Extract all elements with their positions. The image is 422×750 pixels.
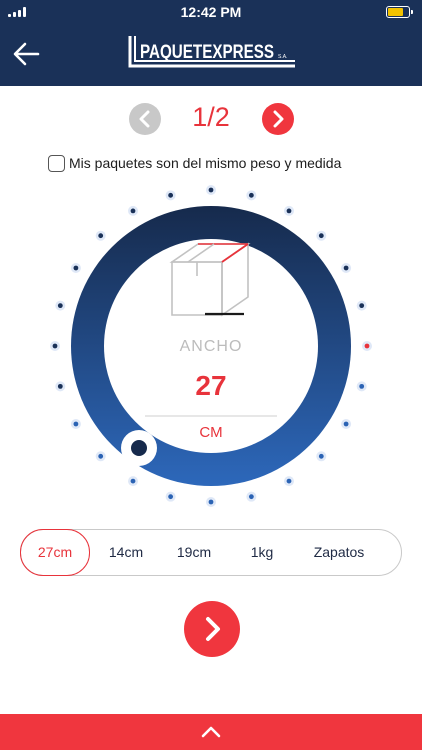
chip-weight[interactable]: 1kg <box>229 530 295 575</box>
package-summary-chips: 27cm 14cm 19cm 1kg Zapatos <box>20 529 402 576</box>
status-time: 12:42 PM <box>180 4 242 20</box>
paquetexpress-logo: PAQUETEXPRESS S.A. <box>128 32 298 76</box>
dimension-value: 27 <box>195 370 227 401</box>
measurement-dial: ANCHO 27 CM <box>0 180 422 520</box>
chip-length[interactable]: 14cm <box>93 530 159 575</box>
same-package-option[interactable]: Mis paquetes son del mismo peso y medida <box>48 153 341 173</box>
status-bar: 12:42 PM <box>0 0 422 24</box>
chip-width[interactable]: 27cm <box>20 529 90 576</box>
same-package-label: Mis paquetes son del mismo peso y medida <box>69 155 342 171</box>
chevron-left-icon <box>139 110 150 128</box>
dimension-label: ANCHO <box>179 338 243 355</box>
chip-content[interactable]: Zapatos <box>297 530 381 575</box>
bottom-drawer-bar[interactable] <box>0 714 422 750</box>
chevron-up-icon <box>201 726 221 738</box>
dial-handle[interactable] <box>121 430 157 466</box>
chip-height[interactable]: 19cm <box>161 530 227 575</box>
continue-button[interactable] <box>184 601 240 657</box>
back-button[interactable] <box>8 34 48 74</box>
svg-text:S.A.: S.A. <box>278 54 287 60</box>
same-package-checkbox[interactable] <box>48 154 65 172</box>
dimension-unit: CM <box>199 424 223 441</box>
arrow-left-icon <box>13 42 40 66</box>
svg-text:PAQUETEXPRESS: PAQUETEXPRESS <box>140 42 274 63</box>
app-header: PAQUETEXPRESS S.A. <box>0 24 422 86</box>
battery-icon <box>386 6 413 18</box>
prev-page-button[interactable] <box>129 103 161 135</box>
app-screen: 12:42 PM PAQUETEXPRESS S.A. 1/2 Mis paqu… <box>0 0 422 750</box>
page-indicator: 1/2 <box>192 102 230 132</box>
chevron-right-icon <box>273 110 284 128</box>
next-page-button[interactable] <box>262 103 294 135</box>
chevron-right-icon <box>206 617 220 641</box>
